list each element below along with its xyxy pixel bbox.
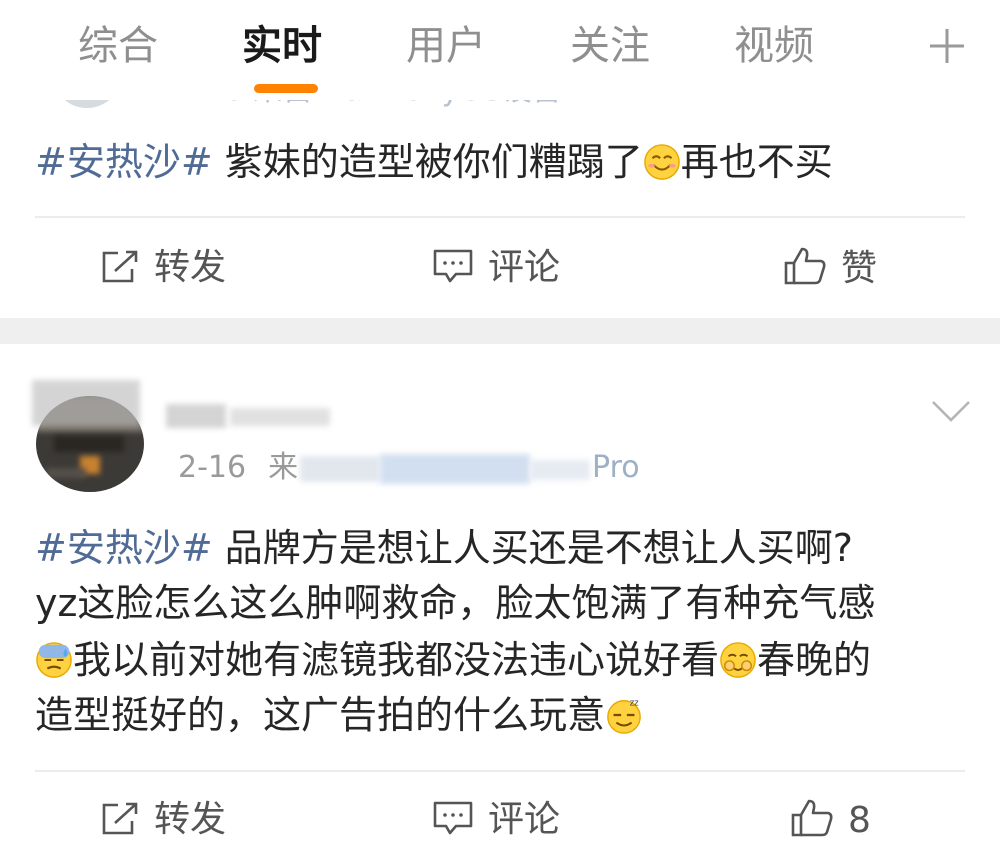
like-button[interactable]: 8	[790, 798, 871, 843]
smile-emoji-icon	[643, 144, 680, 180]
thumbs-up-icon	[784, 247, 826, 285]
share-icon	[102, 250, 138, 283]
hashtag-link[interactable]: #安热沙#	[35, 140, 213, 184]
chevron-down-icon[interactable]	[930, 398, 972, 424]
divider	[35, 770, 965, 772]
post2-line-4: 造型挺好的，这广告拍的什么玩意 zz	[35, 689, 643, 742]
post2-line-1: #安热沙# 品牌方是想让人买还是不想让人买啊?	[35, 526, 853, 570]
shy-emoji-icon	[720, 642, 756, 678]
source-blurred	[300, 452, 600, 486]
tab-following[interactable]: 关注	[570, 20, 650, 72]
post2-line-2: yz这脸怎么这么肿啊救命，脸太饱满了有种充气感	[35, 581, 876, 625]
top-tab-bar: 综合 实时 用户 关注 视频	[0, 0, 1000, 100]
plus-icon[interactable]	[927, 26, 967, 66]
repost-button[interactable]: 转发	[100, 246, 226, 290]
username-blurred[interactable]	[166, 398, 336, 432]
post-date: 2-16	[178, 450, 247, 485]
tab-realtime[interactable]: 实时	[242, 20, 322, 72]
active-tab-indicator	[254, 84, 318, 93]
comment-button[interactable]: 评论	[432, 246, 560, 290]
feed-separator	[0, 318, 1000, 344]
sweat-emoji-icon	[36, 642, 72, 678]
thumbs-up-icon	[791, 799, 833, 837]
repost-button[interactable]: 转发	[100, 798, 226, 842]
post1-content: #安热沙# 紫妹的造型被你们糟蹋了 再也不买	[35, 140, 833, 184]
source-prefix: 来	[268, 450, 299, 485]
avatar-blur-patch	[32, 380, 140, 426]
share-icon	[102, 802, 138, 835]
tab-users[interactable]: 用户	[406, 20, 486, 72]
hashtag-link[interactable]: #安热沙#	[35, 526, 213, 570]
tab-comprehensive[interactable]: 综合	[78, 20, 158, 72]
like-button[interactable]: 赞	[783, 246, 877, 291]
like-count: 8	[848, 800, 871, 841]
source-suffix: Pro	[592, 450, 640, 485]
comment-icon	[433, 801, 473, 835]
divider	[35, 216, 965, 218]
comment-button[interactable]: 评论	[432, 798, 560, 842]
sleepy-emoji-icon: zz	[607, 699, 641, 734]
tab-video[interactable]: 视频	[734, 20, 814, 72]
svg-text:zz: zz	[630, 699, 639, 709]
post2-line-3: 我以前对她有滤镜我都没法违心说好看 春晚的	[35, 634, 871, 687]
comment-icon	[433, 249, 473, 283]
post-meta: 2-16 来	[178, 452, 298, 484]
